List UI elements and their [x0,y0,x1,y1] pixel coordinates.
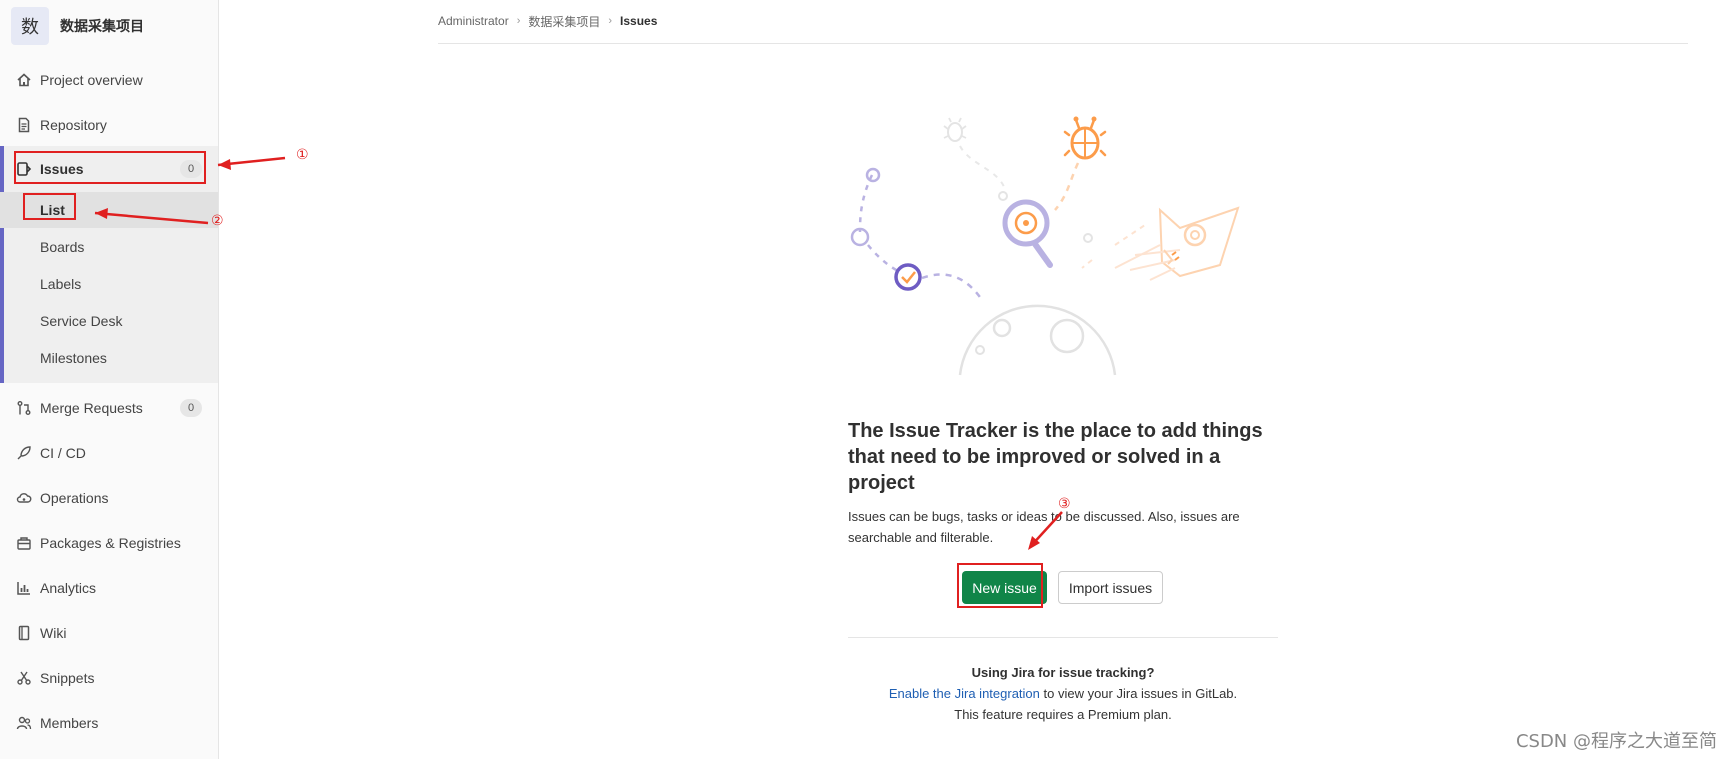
breadcrumb: Administrator › 数据采集项目 › Issues [438,12,657,30]
sidebar-item-label: Members [40,714,99,731]
jira-promo: Using Jira for issue tracking? Enable th… [848,662,1278,725]
breadcrumb-item-issues[interactable]: Issues [620,14,657,28]
sidebar-subitem-service-desk[interactable]: Service Desk [0,303,218,339]
project-header[interactable]: 数 数据采集项目 [11,7,144,45]
sidebar-subitem-boards[interactable]: Boards [0,229,218,265]
sidebar-subitem-milestones[interactable]: Milestones [0,340,218,376]
sidebar-item-label: Project overview [40,71,143,88]
sidebar-item-members[interactable]: Members [0,700,218,745]
sidebar-item-wiki[interactable]: Wiki [0,610,218,655]
sidebar-item-label: Repository [40,116,107,133]
empty-state-description: Issues can be bugs, tasks or ideas to be… [848,509,1240,545]
sidebar-subitem-labels[interactable]: Labels [0,266,218,302]
import-issues-button[interactable]: Import issues [1058,571,1163,604]
jira-line-rest: to view your Jira issues in GitLab. [1039,686,1238,701]
chart-icon [17,581,30,595]
sidebar-item-snippets[interactable]: Snippets [0,655,218,700]
jira-title: Using Jira for issue tracking? [971,665,1155,680]
annotation-box-new-issue [957,563,1043,608]
issues-empty-illustration [850,116,1240,376]
sidebar-item-analytics[interactable]: Analytics [0,565,218,610]
package-icon [17,536,31,550]
sidebar-item-label: Merge Requests [40,399,143,416]
sidebar-item-packages-registries[interactable]: Packages & Registries [0,520,218,565]
sidebar-subitem-label: Boards [40,239,85,255]
document-icon [18,117,30,132]
enable-jira-link[interactable]: Enable the Jira integration [889,686,1040,701]
empty-state-title: The Issue Tracker is the place to add th… [848,420,1263,494]
sidebar-subitem-label: Service Desk [40,313,123,329]
breadcrumb-divider [438,43,1688,44]
sidebar-item-label: Wiki [40,624,67,641]
sidebar-subitem-label: Milestones [40,350,107,366]
chevron-right-icon: › [608,15,613,27]
project-name[interactable]: 数据采集项目 [60,16,144,36]
annotation-number-1: ① [296,147,309,163]
sidebar-subitem-label: Labels [40,276,82,292]
watermark: CSDN @程序之大道至简 [1515,731,1717,752]
sidebar-item-label: Packages & Registries [40,534,181,551]
annotation-number-3: ③ [1058,496,1071,512]
breadcrumb-item-administrator[interactable]: Administrator [438,14,509,28]
merge-requests-count-badge: 0 [180,398,202,417]
sidebar-item-repository[interactable]: Repository [0,102,218,147]
sidebar-item-label: CI / CD [40,444,86,461]
sidebar-item-ci-cd[interactable]: CI / CD [0,430,218,475]
users-icon [16,716,32,729]
empty-state-divider [848,637,1278,638]
jira-line: Enable the Jira integration to view your… [848,683,1278,704]
annotation-number-2: ② [211,213,224,229]
project-avatar[interactable]: 数 [11,7,49,45]
breadcrumb-item-project[interactable]: 数据采集项目 [528,13,600,30]
annotation-box-list [23,193,76,220]
scissors-icon [17,671,31,685]
book-icon [18,625,30,640]
sidebar-item-project-overview[interactable]: Project overview [0,57,218,102]
sidebar-item-merge-requests[interactable]: Merge Requests 0 [0,385,218,430]
sidebar-item-label: Analytics [40,579,97,596]
home-icon [17,72,31,86]
sidebar-item-label: Snippets [40,669,95,686]
merge-request-icon [17,400,31,415]
chevron-right-icon: › [516,15,521,27]
sidebar-item-operations[interactable]: Operations [0,475,218,520]
rocket-icon [17,445,31,459]
sidebar: 数 数据采集项目 Project overview Repository Iss… [0,0,219,759]
cloud-gear-icon [16,492,32,503]
annotation-box-issues [14,151,206,184]
sidebar-item-label: Operations [40,489,109,506]
jira-note: This feature requires a Premium plan. [954,707,1172,722]
